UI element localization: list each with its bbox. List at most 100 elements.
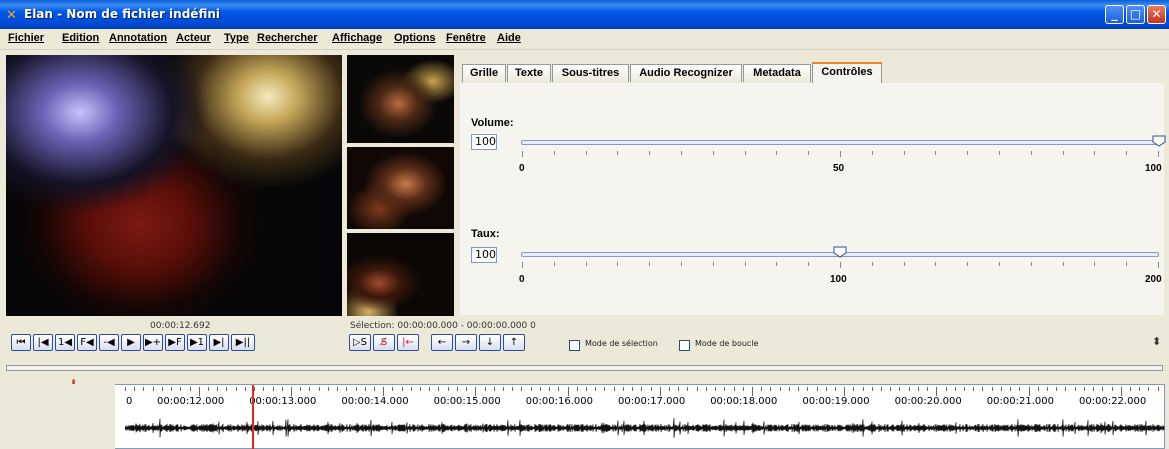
arrow-left-button[interactable]: ← <box>431 334 453 351</box>
timeline-tick <box>171 387 173 391</box>
playhead-cursor[interactable] <box>252 385 254 449</box>
menu-aide[interactable]: Aide <box>497 32 521 44</box>
menu-bar: Fichier Edition Annotation Acteur Type R… <box>0 29 1169 50</box>
slider-tick <box>871 262 873 266</box>
next-second-button[interactable]: ▶1 <box>187 334 207 351</box>
rate-value-field[interactable]: 100 <box>471 247 497 263</box>
arrow-right-button[interactable]: → <box>455 334 477 351</box>
volume-value-field[interactable]: 100 <box>471 134 497 150</box>
timeline-tick <box>1093 387 1095 391</box>
timeline-tick <box>337 387 339 391</box>
close-button[interactable]: ✕ <box>1147 5 1166 24</box>
tab-texte[interactable]: Texte <box>507 64 551 82</box>
volume-slider-track[interactable] <box>521 140 1159 145</box>
menu-affichage[interactable]: Affichage <box>332 32 382 44</box>
timeline-tick <box>742 387 744 391</box>
timeline-tick <box>724 387 726 391</box>
tab-sous-titres[interactable]: Sous-titres <box>552 64 629 82</box>
audio-waveform[interactable] <box>125 410 1165 446</box>
slider-tick <box>840 151 841 157</box>
timeline-tick <box>1074 387 1076 391</box>
slider-tick <box>522 262 523 268</box>
maximize-button[interactable]: □ <box>1126 5 1145 24</box>
volume-slider-thumb[interactable] <box>1152 135 1166 147</box>
menu-annotation[interactable]: Annotation <box>109 32 167 44</box>
go-to-end-button[interactable]: ▶|| <box>231 334 255 351</box>
play-pause-button[interactable]: ▶ <box>121 334 141 351</box>
rate-slider-thumb[interactable] <box>833 246 847 258</box>
loop-mode-checkbox[interactable] <box>679 340 690 351</box>
step-forward-button[interactable]: ▶+ <box>143 334 163 351</box>
slider-tick <box>999 262 1000 266</box>
timeline-tick <box>1000 387 1002 391</box>
timeline-tick <box>899 387 901 391</box>
next-scrollview-button[interactable]: ▶| <box>209 334 229 351</box>
timeline-tick <box>576 387 578 391</box>
slider-tick <box>808 262 810 266</box>
menu-fichier[interactable]: Fichier <box>8 32 44 44</box>
timeline-tick <box>161 387 163 391</box>
selection-mode-checkbox[interactable] <box>569 340 580 351</box>
next-frame-button[interactable]: ▶F <box>165 334 185 351</box>
tab-audio-recognizer[interactable]: Audio Recognizer <box>630 64 742 82</box>
slider-tick <box>617 151 619 155</box>
video-thumbnail-guitarist[interactable] <box>347 147 454 229</box>
panel-splitter[interactable] <box>6 365 1163 371</box>
timeline-tick <box>834 387 836 391</box>
tab-metadata[interactable]: Metadata <box>743 64 811 82</box>
timeline-tick <box>954 387 956 391</box>
previous-second-button[interactable]: 1◀ <box>55 334 75 351</box>
menu-fenetre[interactable]: Fenêtre <box>446 32 486 44</box>
arrow-down-button[interactable]: ↓ <box>479 334 501 351</box>
previous-scrollview-icon: |◀ <box>37 337 49 348</box>
menu-options[interactable]: Options <box>394 32 436 44</box>
slider-tick <box>871 151 873 155</box>
go-to-begin-button[interactable]: ⏮︎ <box>11 334 31 351</box>
slider-tick <box>585 151 587 155</box>
menu-acteur[interactable]: Acteur <box>176 32 211 44</box>
to-selection-begin-button[interactable]: |← <box>397 334 419 351</box>
slider-tick <box>649 151 651 155</box>
timeline-time-label: 00:00:16.000 <box>525 396 593 407</box>
video-thumbnail-drummer[interactable] <box>347 55 454 143</box>
timeline-tick <box>751 387 753 396</box>
timeline-tick <box>945 387 947 391</box>
arrow-up-button[interactable]: ↑ <box>503 334 525 351</box>
volume-label: Volume: <box>471 117 514 129</box>
volume-max-label: 100 <box>1145 163 1162 174</box>
slider-tick <box>1126 262 1128 266</box>
video-thumbnail-violinist[interactable] <box>347 233 454 316</box>
timeline-tick <box>779 387 781 391</box>
slider-tick <box>967 151 969 155</box>
previous-frame-button[interactable]: F◀ <box>77 334 97 351</box>
slider-tick <box>903 262 905 266</box>
timeline-tick <box>641 387 643 391</box>
clear-selection-button[interactable]: S̸ <box>373 334 395 351</box>
arrow-up-icon: ↑ <box>509 337 519 348</box>
timeline-tick <box>272 387 274 391</box>
timeline-tick <box>512 387 514 391</box>
play-pause-icon: ▶ <box>127 337 135 348</box>
step-backward-button[interactable]: -◀ <box>99 334 119 351</box>
menu-edition[interactable]: Edition <box>62 32 99 44</box>
timeline-tick <box>862 387 864 391</box>
menu-type[interactable]: Type <box>224 32 249 44</box>
timeline-tick <box>493 387 495 391</box>
expand-collapse-icon[interactable]: ⬍ <box>1152 335 1161 348</box>
timeline-tick <box>871 387 873 391</box>
tab-grille[interactable]: Grille <box>462 64 506 82</box>
menu-rechercher[interactable]: Rechercher <box>257 32 318 44</box>
main-video-player[interactable] <box>6 55 342 316</box>
slider-tick <box>1062 262 1064 266</box>
slider-tick <box>1158 262 1159 268</box>
timeline-tick <box>198 387 200 396</box>
timeline-tick <box>410 387 412 391</box>
next-second-icon: ▶1 <box>189 337 205 348</box>
tab-controles[interactable]: Contrôles <box>812 62 882 83</box>
minimize-button[interactable]: _ <box>1105 5 1124 24</box>
timeline-tick <box>761 387 763 391</box>
previous-scrollview-button[interactable]: |◀ <box>33 334 53 351</box>
play-selection-button[interactable]: ▷S <box>349 334 371 351</box>
maximize-icon: □ <box>1129 7 1142 21</box>
arrow-down-icon: ↓ <box>485 337 495 348</box>
